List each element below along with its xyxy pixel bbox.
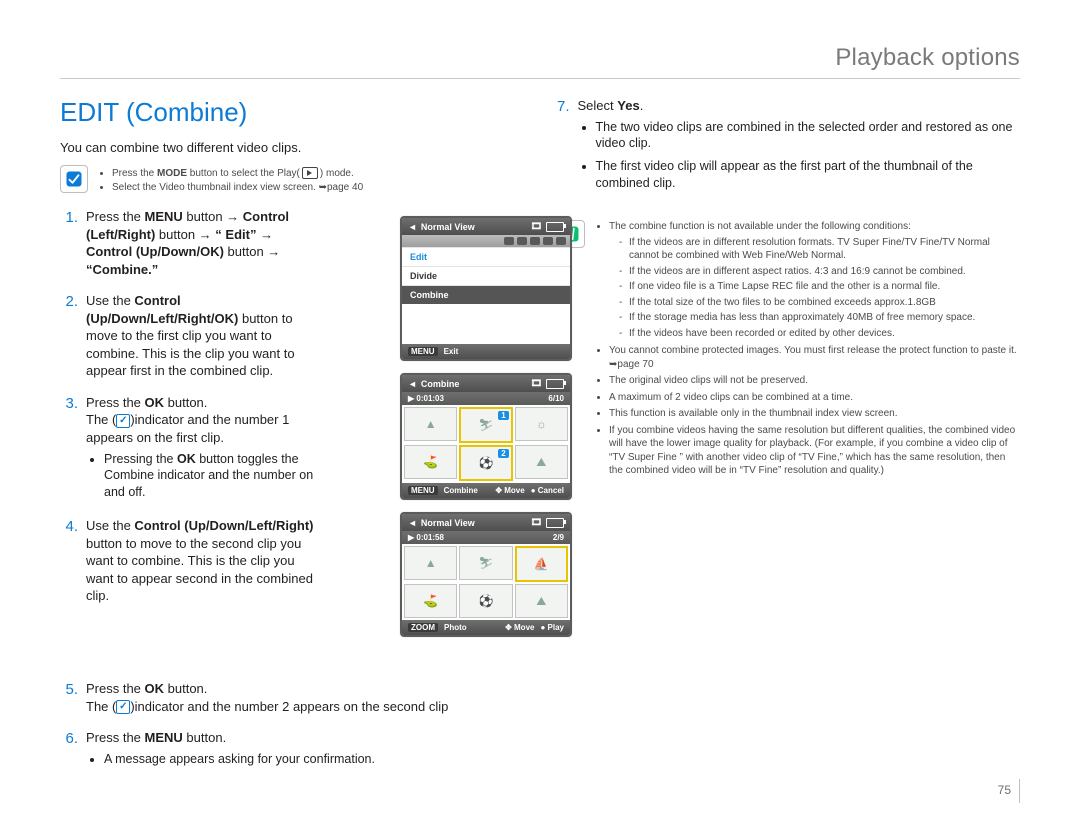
steps-list: 1Press the MENU button → Control (Left/R…	[60, 208, 320, 605]
mode-callout-list: Press the MODE button to select the Play…	[98, 167, 363, 194]
back-icon: ◄	[408, 379, 417, 389]
battery-icon	[546, 222, 564, 232]
note-item: This function is available only in the t…	[609, 407, 1020, 421]
step-3: 3Press the OK button.The (✓)indicator an…	[60, 394, 320, 503]
back-icon: ◄	[408, 222, 417, 232]
menu-row-edit: Edit	[402, 247, 570, 266]
lcd-combine-grid: ◄Combine🎞 ▶ 0:01:036/10 ▲ ⛷1 ☼ ⛳ ⚽2 ⛰ ME…	[400, 373, 572, 500]
condition-item: If the videos are in different resolutio…	[619, 236, 1020, 263]
back-icon: ◄	[408, 518, 417, 528]
condition-item: If the videos are in different aspect ra…	[619, 265, 1020, 279]
play-icon	[302, 167, 318, 179]
note-item: A maximum of 2 video clips can be combin…	[609, 391, 1020, 405]
condition-item: If the total size of the two files to be…	[619, 296, 1020, 310]
battery-icon	[546, 379, 564, 389]
mode-callout: Press the MODE button to select the Play…	[60, 165, 523, 194]
condition-item: If the storage media has less than appro…	[619, 311, 1020, 325]
note-item: You cannot combine protected images. You…	[609, 344, 1020, 371]
steps-list-wide: 5Press the OK button.The (✓)indicator an…	[60, 680, 560, 784]
step-7-item: The two video clips are combined in the …	[596, 119, 1020, 153]
page-number: 75	[998, 779, 1020, 803]
section-title: EDIT (Combine)	[60, 97, 523, 128]
lcd-menu-edit: ◄Normal View🎞 Edit Divide Combine MENUEx…	[400, 216, 572, 361]
check-icon	[60, 165, 88, 193]
step-7: 7. Select Yes. The two video clips are c…	[557, 97, 1020, 198]
intro-text: You can combine two different video clip…	[60, 140, 523, 155]
step-2: 2Use the Control (Up/Down/Left/Right/OK)…	[60, 292, 320, 380]
step-5: 5Press the OK button.The (✓)indicator an…	[60, 680, 560, 715]
step-1: 1Press the MENU button → Control (Left/R…	[60, 208, 320, 278]
menu-row-combine: Combine	[402, 285, 570, 304]
step-7-item: The first video clip will appear as the …	[596, 158, 1020, 192]
lcd-previews: ◄Normal View🎞 Edit Divide Combine MENUEx…	[400, 216, 568, 649]
step-7-num: 7.	[557, 97, 570, 198]
step-4: 4Use the Control (Up/Down/Left/Right) bu…	[60, 517, 320, 605]
menu-row-divide: Divide	[402, 266, 570, 285]
condition-item: If the videos have been recorded or edit…	[619, 327, 1020, 341]
fine-print: The combine function is not available un…	[595, 220, 1020, 481]
lcd-normal-grid: ◄Normal View🎞 ▶ 0:01:582/9 ▲ ⛷ ⛵ ⛳ ⚽ ⛰ Z…	[400, 512, 572, 637]
note-item: If you combine videos having the same re…	[609, 424, 1020, 478]
condition-item: If one video file is a Time Lapse REC fi…	[619, 280, 1020, 294]
fine-print-callout: The combine function is not available un…	[557, 220, 1020, 481]
note-item: The original video clips will not be pre…	[609, 374, 1020, 388]
page-header: Playback options	[60, 44, 1020, 72]
step-6: 6Press the MENU button.A message appears…	[60, 729, 560, 769]
battery-icon	[546, 518, 564, 528]
